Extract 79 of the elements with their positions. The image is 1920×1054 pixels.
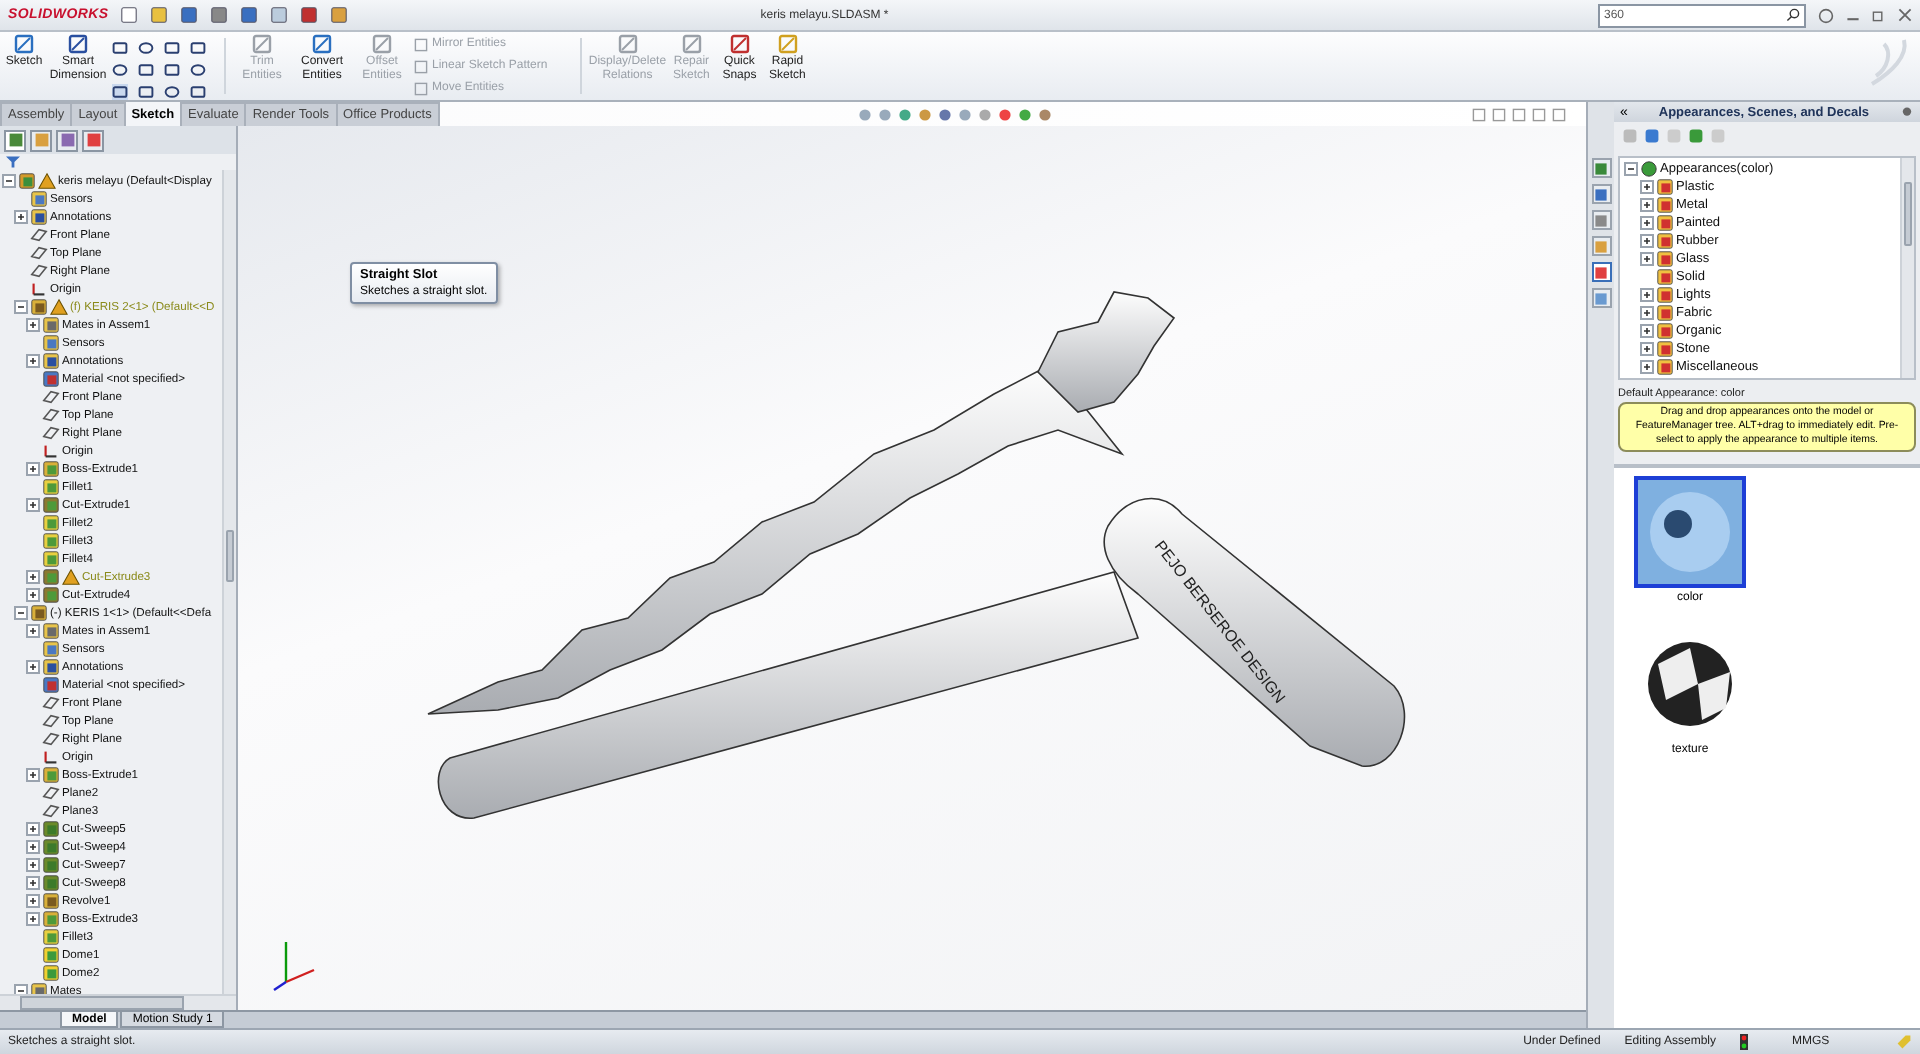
collapse-toggle[interactable] (14, 606, 28, 620)
scrollbar[interactable] (1900, 158, 1914, 378)
expand-toggle[interactable] (26, 588, 40, 602)
expand-toggle[interactable] (26, 876, 40, 890)
expand-toggle[interactable] (14, 210, 28, 224)
expand-toggle[interactable] (26, 858, 40, 872)
expand-toggle[interactable] (1640, 306, 1654, 320)
color-wheel-icon (1640, 160, 1658, 178)
collapse-toggle[interactable] (14, 984, 28, 994)
part-icon (30, 604, 48, 622)
tool-icon (617, 34, 638, 54)
fillet-feature-icon (42, 928, 60, 946)
task-pane-tab[interactable] (1591, 262, 1611, 282)
origin-icon (42, 748, 60, 766)
expand-toggle[interactable] (26, 570, 40, 584)
expand-toggle[interactable] (1640, 324, 1654, 338)
expand-toggle[interactable] (1640, 360, 1654, 374)
tool-icon (252, 34, 272, 54)
task-pane-tab[interactable] (1591, 184, 1611, 204)
revolve-feature-icon (42, 892, 60, 910)
annotation-icon (30, 208, 48, 226)
material-icon (42, 370, 60, 388)
extrude-feature-icon (42, 910, 60, 928)
help-icon[interactable] (1818, 7, 1834, 23)
expand-toggle[interactable] (26, 894, 40, 908)
triad-icon (273, 942, 315, 991)
expand-toggle[interactable] (26, 768, 40, 782)
mates-icon (42, 622, 60, 640)
task-pane-tab[interactable] (1591, 210, 1611, 230)
scrollbar[interactable] (0, 994, 236, 1010)
sphere-swatch[interactable] (1634, 476, 1746, 589)
material-icon (42, 676, 60, 694)
cut-feature-icon (42, 496, 60, 514)
sensor-icon (30, 190, 48, 208)
expand-toggle[interactable] (1640, 342, 1654, 356)
origin-icon (30, 280, 48, 298)
collapse-toggle[interactable] (14, 300, 28, 314)
mates-icon (42, 316, 60, 334)
collapse-toggle[interactable] (2, 174, 16, 188)
annotation-icon (42, 352, 60, 370)
tool-icon (729, 34, 750, 54)
tool-icon (14, 34, 34, 54)
expand-toggle[interactable] (1640, 180, 1654, 194)
scrollbar[interactable] (222, 170, 236, 994)
configuration-icon[interactable] (56, 129, 78, 151)
task-pane-tab[interactable] (1591, 158, 1611, 178)
tool-icon (372, 34, 392, 54)
expand-toggle[interactable] (1640, 252, 1654, 266)
pin-icon[interactable] (1900, 105, 1914, 119)
display-icon[interactable] (82, 129, 104, 151)
annotation-icon (42, 658, 60, 676)
sensor-icon (42, 334, 60, 352)
expand-toggle[interactable] (26, 318, 40, 332)
expand-toggle[interactable] (1640, 234, 1654, 248)
property-icon[interactable] (30, 129, 52, 151)
expand-toggle[interactable] (26, 354, 40, 368)
expand-toggle[interactable] (26, 840, 40, 854)
assembly-icon (18, 172, 36, 190)
expand-toggle[interactable] (26, 498, 40, 512)
search-icon[interactable] (1786, 8, 1800, 22)
expand-toggle[interactable] (26, 822, 40, 836)
extrude-feature-icon (42, 766, 60, 784)
expand-toggle[interactable] (26, 624, 40, 638)
tool-icon (312, 34, 332, 54)
part-icon (30, 298, 48, 316)
tool-icon (777, 34, 798, 54)
expand-toggle[interactable] (1640, 216, 1654, 230)
tool-icon (68, 34, 88, 54)
tool-icon (681, 34, 702, 54)
feature-tree-icon[interactable] (4, 129, 26, 151)
expand-toggle[interactable] (1640, 288, 1654, 302)
origin-icon (42, 442, 60, 460)
expand-toggle[interactable] (1640, 198, 1654, 212)
extrude-feature-icon (42, 460, 60, 478)
expand-toggle[interactable] (26, 660, 40, 674)
sensor-icon (42, 640, 60, 658)
expand-toggle[interactable] (26, 912, 40, 926)
collapse-toggle[interactable] (1624, 162, 1638, 176)
expand-toggle[interactable] (26, 462, 40, 476)
